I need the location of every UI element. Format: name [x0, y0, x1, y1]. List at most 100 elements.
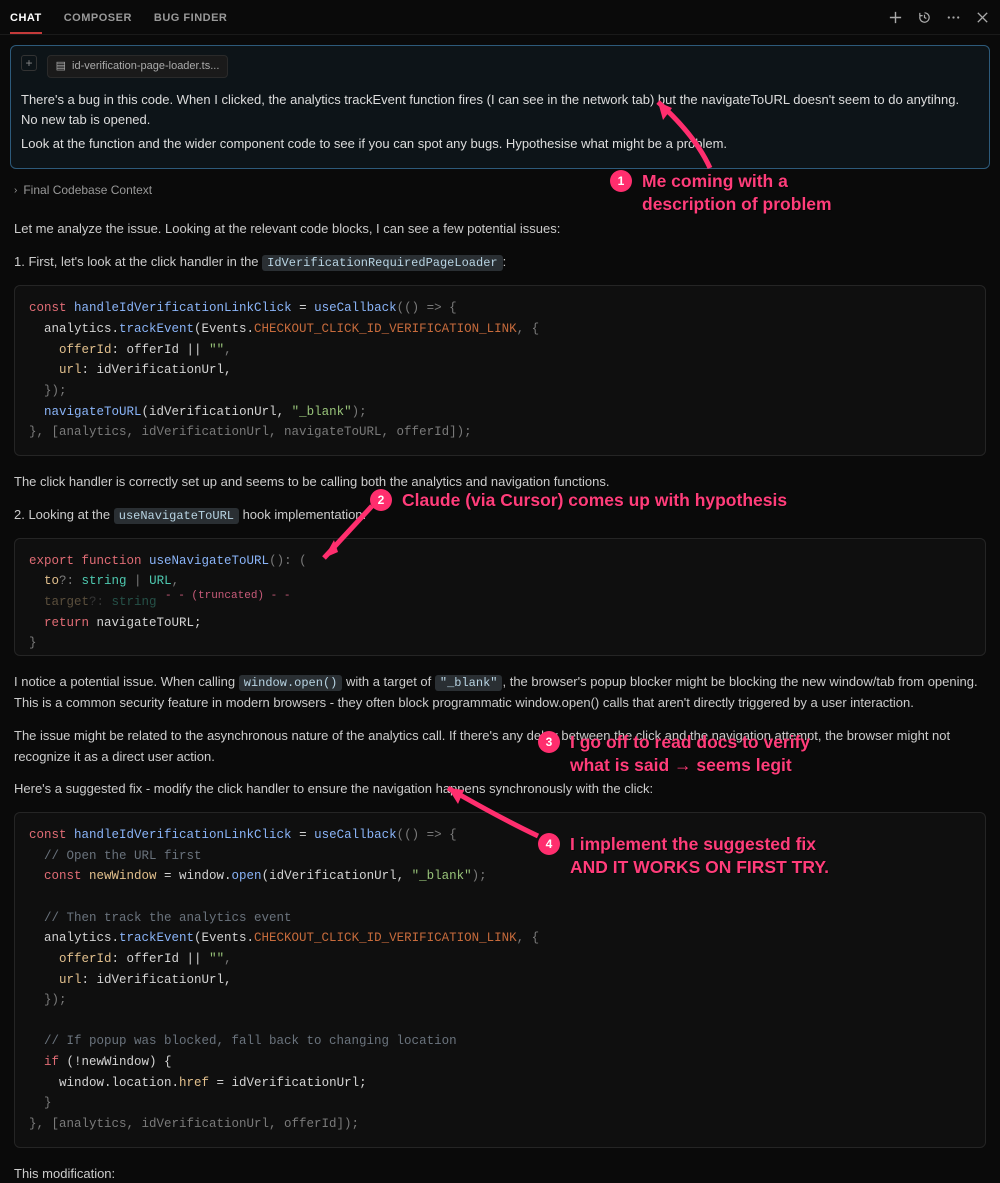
- c3l15: }, [analytics, idVerificationUrl, offerI…: [29, 1117, 359, 1131]
- c3l8b: url: [59, 973, 82, 987]
- c3l1a: const: [29, 828, 67, 842]
- c2l2a: to: [29, 574, 59, 588]
- c1-t: =: [292, 301, 315, 315]
- inline-code-windowopen: window.open(): [239, 675, 343, 691]
- c2l3c: string: [112, 595, 157, 609]
- collapse-label: Final Codebase Context: [23, 183, 152, 197]
- c3l5: // Then track the analytics event: [29, 911, 292, 925]
- c3l1c: =: [292, 828, 315, 842]
- c3l6d: CHECKOUT_CLICK_ID_VERIFICATION_LINK: [254, 931, 517, 945]
- c1l6d: "_blank": [292, 405, 352, 419]
- tab-chat[interactable]: CHAT: [10, 6, 42, 34]
- code-block-2[interactable]: export function useNavigateToURL(): ( to…: [14, 538, 986, 656]
- c2l5: }: [29, 636, 37, 650]
- tab-strip: CHAT COMPOSER BUG FINDER: [10, 6, 227, 34]
- c1-kw: const: [29, 301, 67, 315]
- chevron-right-icon: ›: [14, 185, 17, 196]
- add-context-button[interactable]: +: [21, 55, 37, 71]
- c1l6b: navigateToURL: [44, 405, 142, 419]
- c3l2: // Open the URL first: [29, 849, 202, 863]
- file-context-chip[interactable]: ▤ id-verification-page-loader.ts...: [47, 55, 229, 78]
- c1l6c: (idVerificationUrl,: [142, 405, 292, 419]
- history-icon[interactable]: [917, 10, 932, 25]
- c3l12b: (!newWindow) {: [59, 1055, 172, 1069]
- c3l3e: (idVerificationUrl,: [262, 869, 412, 883]
- c3l9: });: [29, 993, 67, 1007]
- c3l7e: ,: [224, 952, 232, 966]
- c1l4a: [29, 363, 59, 377]
- more-icon[interactable]: [946, 10, 961, 25]
- tab-bugfinder[interactable]: BUG FINDER: [154, 6, 227, 34]
- p5b: with a target of: [342, 674, 435, 689]
- c3l13a: window.location.: [29, 1076, 179, 1090]
- assist-p6: The issue might be related to the asynch…: [14, 726, 986, 768]
- assist-p3: The click handler is correctly set up an…: [14, 472, 986, 493]
- c1l2c: (Events.: [194, 322, 254, 336]
- code-block-3[interactable]: const handleIdVerificationLinkClick = us…: [14, 812, 986, 1147]
- c3l6a: analytics.: [29, 931, 119, 945]
- c3l12a: if: [29, 1055, 59, 1069]
- c2l3a: target: [29, 595, 89, 609]
- c3l3d: open: [232, 869, 262, 883]
- user-message-line-1: There's a bug in this code. When I click…: [21, 90, 979, 130]
- c3l7a: [29, 952, 59, 966]
- c2l1a: export: [29, 554, 74, 568]
- c3l3b: newWindow: [82, 869, 157, 883]
- top-bar: CHAT COMPOSER BUG FINDER: [0, 0, 1000, 35]
- assist-p5: I notice a potential issue. When calling…: [14, 672, 986, 714]
- c1-fn2: useCallback: [314, 301, 397, 315]
- c1l3a: [29, 343, 59, 357]
- c3l11: // If popup was blocked, fall back to ch…: [29, 1034, 457, 1048]
- assistant-response: Let me analyze the issue. Looking at the…: [14, 219, 986, 1183]
- c2l2d: |: [127, 574, 150, 588]
- c2l4b: navigateToURL;: [89, 616, 202, 630]
- annotation-2-arrow: [310, 500, 390, 570]
- close-icon[interactable]: [975, 10, 990, 25]
- c1l4b: url: [59, 363, 82, 377]
- c1l6e: );: [352, 405, 367, 419]
- c3l3a: const: [29, 869, 82, 883]
- inline-code-hook: useNavigateToURL: [114, 508, 239, 524]
- c1l7: }, [analytics, idVerificationUrl, naviga…: [29, 425, 472, 439]
- assist-p2: 1. First, let's look at the click handle…: [14, 252, 986, 273]
- collapse-final-context[interactable]: › Final Codebase Context: [14, 177, 986, 211]
- c1l2a: analytics.: [29, 322, 119, 336]
- c1l2d: CHECKOUT_CLICK_ID_VERIFICATION_LINK: [254, 322, 517, 336]
- p5a: I notice a potential issue. When calling: [14, 674, 239, 689]
- c1-p: (() => {: [397, 301, 457, 315]
- c1l3c: : offerId ||: [112, 343, 210, 357]
- c2l2c: string: [82, 574, 127, 588]
- c3l3f: "_blank": [412, 869, 472, 883]
- c2l1d: (): (: [269, 554, 307, 568]
- c3l3c: = window.: [157, 869, 232, 883]
- c3l7c: : offerId ||: [112, 952, 210, 966]
- file-chip-label: id-verification-page-loader.ts...: [72, 58, 219, 75]
- file-icon: ▤: [56, 58, 66, 75]
- c3l7d: "": [209, 952, 224, 966]
- c1l3d: "": [209, 343, 224, 357]
- c3l3g: );: [472, 869, 487, 883]
- inline-code-loader: IdVerificationRequiredPageLoader: [262, 255, 502, 271]
- tab-composer[interactable]: COMPOSER: [64, 6, 132, 34]
- c2l2b: ?:: [59, 574, 82, 588]
- truncated-marker: - - (truncated) - -: [165, 587, 290, 605]
- user-message-line-2: Look at the function and the wider compo…: [21, 134, 979, 154]
- c2l4a: return: [29, 616, 89, 630]
- c3l13c: = idVerificationUrl;: [209, 1076, 367, 1090]
- c2l1b: function: [74, 554, 142, 568]
- assist-p4: 2. Looking at the useNavigateToURL hook …: [14, 505, 986, 526]
- inline-code-blank: "_blank": [435, 675, 503, 691]
- c3l1b: handleIdVerificationLinkClick: [67, 828, 292, 842]
- new-chat-icon[interactable]: [888, 10, 903, 25]
- code-block-1[interactable]: const handleIdVerificationLinkClick = us…: [14, 285, 986, 455]
- c3l1d: useCallback: [314, 828, 397, 842]
- c3l13b: href: [179, 1076, 209, 1090]
- annotation-34-arrow: [430, 778, 550, 848]
- top-right-actions: [888, 10, 990, 31]
- user-message-box: + ▤ id-verification-page-loader.ts... Th…: [10, 45, 990, 169]
- c1l3b: offerId: [59, 343, 112, 357]
- c2l1c: useNavigateToURL: [142, 554, 270, 568]
- assist-p4-a: 2. Looking at the: [14, 507, 114, 522]
- c3l8c: : idVerificationUrl,: [82, 973, 232, 987]
- c3l6b: trackEvent: [119, 931, 194, 945]
